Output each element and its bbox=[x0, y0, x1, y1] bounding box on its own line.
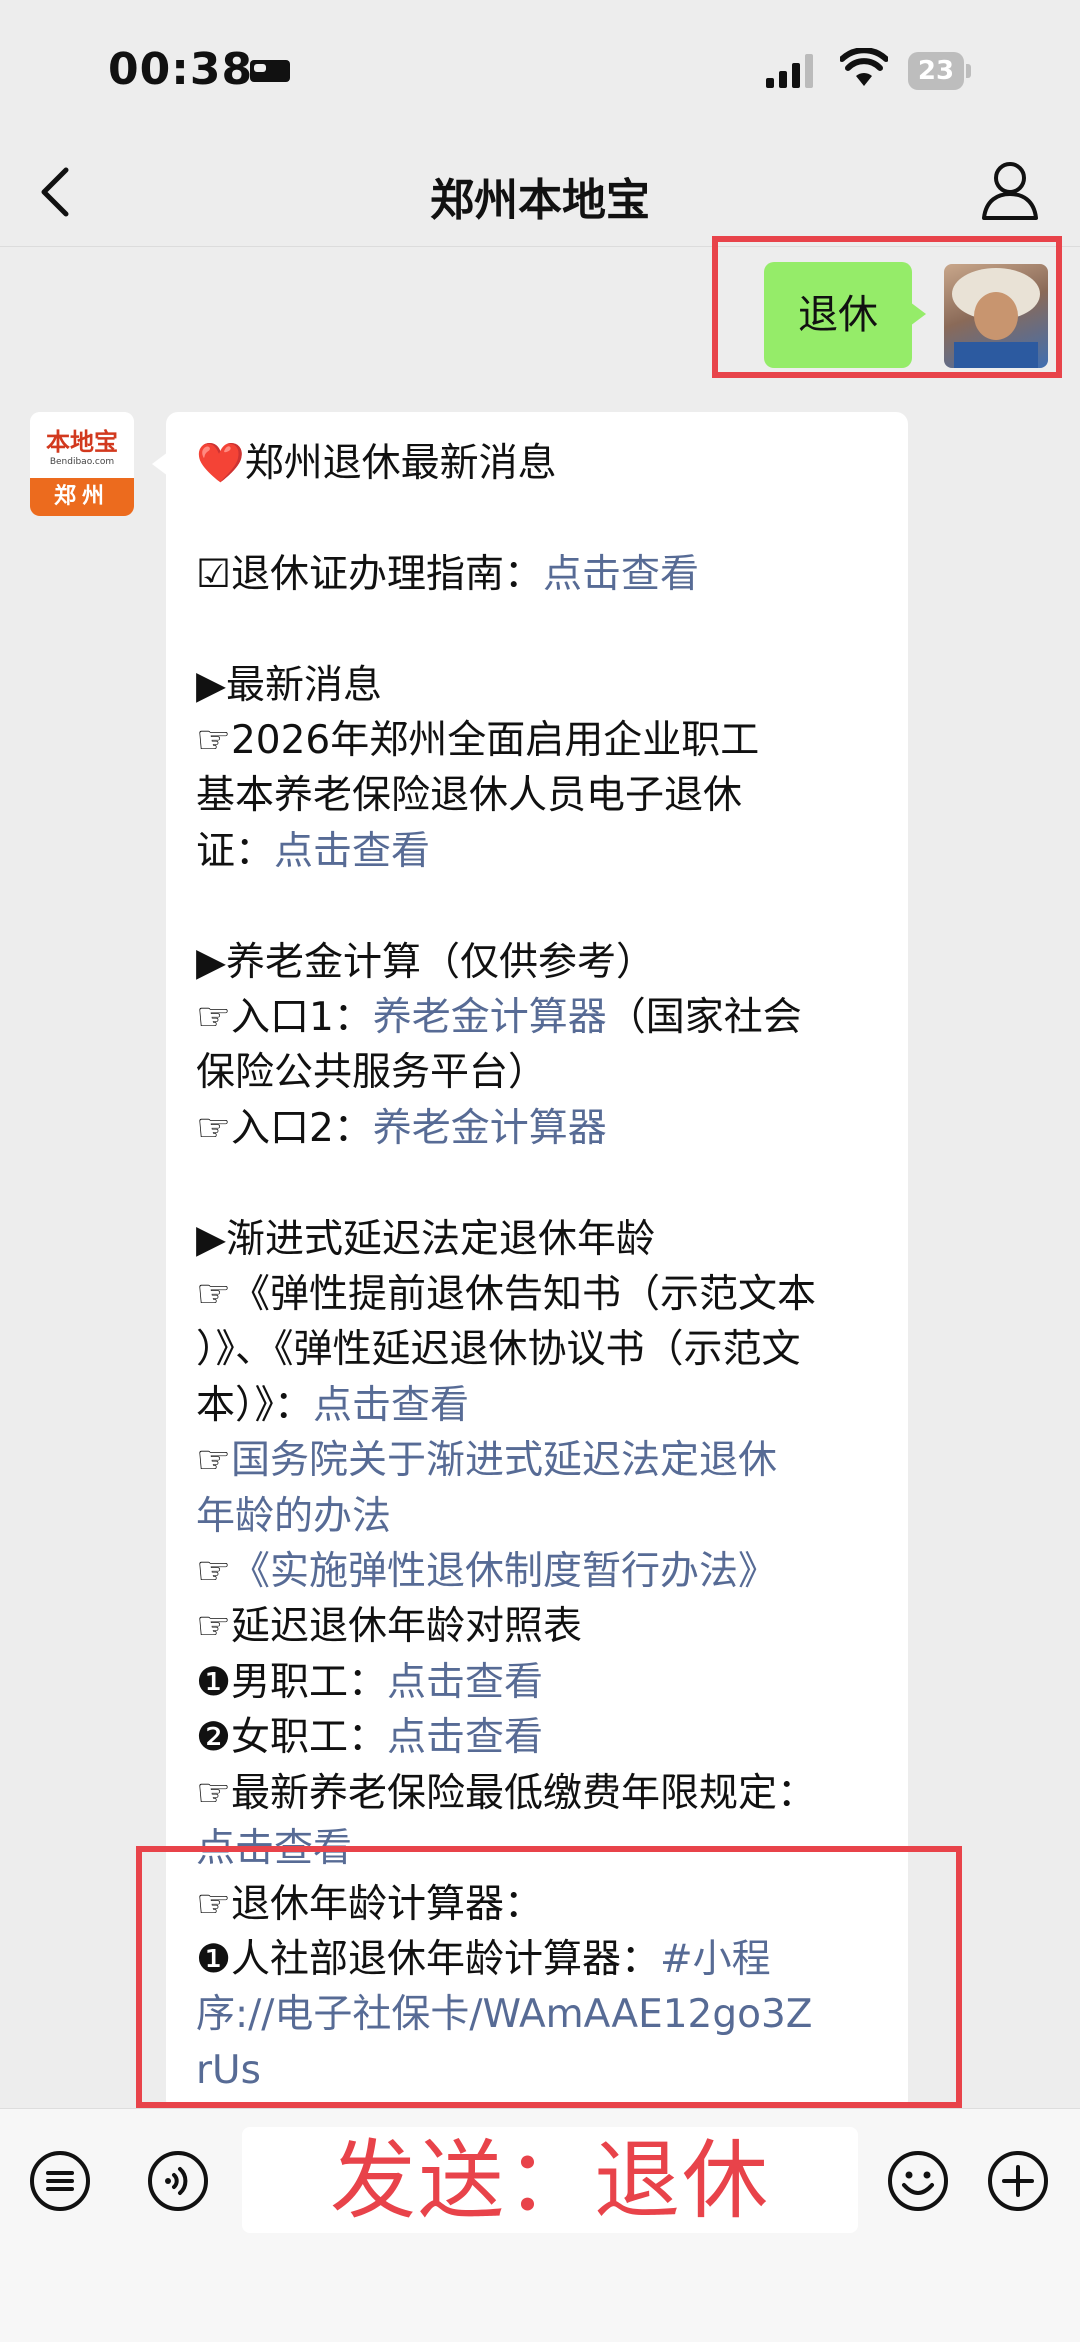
news-line-2: 基本养老保险退休人员电子退休 bbox=[196, 773, 743, 819]
send-instruction: 发送：退休 bbox=[330, 2131, 770, 2231]
person-icon[interactable] bbox=[980, 158, 1040, 222]
calculator-highlight bbox=[136, 1846, 962, 2108]
entry1-line-2: 保险公共服务平台） bbox=[196, 1050, 548, 1096]
plus-icon[interactable] bbox=[986, 2149, 1050, 2213]
delay-link[interactable]: 点击查看 bbox=[313, 1383, 469, 1428]
entry2-link[interactable]: 养老金计算器 bbox=[373, 1106, 607, 1151]
pension-heading: ▶养老金计算（仅供参考） bbox=[196, 939, 655, 985]
news-line-3: 证： bbox=[196, 828, 275, 874]
delay-line-3: 本）》： bbox=[196, 1382, 314, 1428]
bot-avatar-logo: 本地宝 bbox=[46, 428, 118, 456]
status-bar: 00:38 23 bbox=[0, 0, 1080, 140]
bot-avatar-city: 郑州 bbox=[30, 478, 134, 516]
female-link[interactable]: 点击查看 bbox=[387, 1715, 543, 1760]
female-prefix: ❷女职工： bbox=[196, 1715, 387, 1761]
entry1-prefix: ☞入口1： bbox=[196, 995, 373, 1041]
table-label: ☞延迟退休年龄对照表 bbox=[196, 1604, 582, 1650]
bot-avatar[interactable]: 本地宝 Bendibao.com 郑州 bbox=[30, 412, 134, 516]
heart-icon: ❤️ bbox=[196, 441, 245, 486]
min-years-label: ☞最新养老保险最低缴费年限规定： bbox=[196, 1770, 816, 1816]
state-prefix: ☞ bbox=[196, 1438, 231, 1484]
implementation-link[interactable]: 《实施弹性退休制度暂行办法》 bbox=[231, 1549, 777, 1594]
news-line-1: ☞2026年郑州全面启用企业职工 bbox=[196, 718, 760, 763]
battery-icon: 23 bbox=[908, 52, 972, 92]
wifi-icon bbox=[840, 48, 888, 86]
news-heading: ▶最新消息 bbox=[196, 662, 382, 708]
delay-line-1: ☞《弹性提前退休告知书（示范文本 bbox=[196, 1272, 816, 1318]
state-council-link-2[interactable]: 年龄的办法 bbox=[196, 1494, 391, 1539]
sleep-focus-icon bbox=[250, 60, 290, 82]
input-bar: 发送：退休 bbox=[0, 2108, 1080, 2342]
male-prefix: ❶男职工： bbox=[196, 1659, 387, 1705]
battery-level: 23 bbox=[908, 52, 964, 90]
voice-icon[interactable] bbox=[146, 2149, 210, 2213]
guide-label: ☑退休证办理指南： bbox=[196, 551, 543, 597]
news-link[interactable]: 点击查看 bbox=[274, 829, 430, 874]
entry2-prefix: ☞入口2： bbox=[196, 1105, 373, 1151]
guide-link[interactable]: 点击查看 bbox=[543, 552, 699, 597]
status-time: 00:38 bbox=[108, 44, 254, 95]
impl-prefix: ☞ bbox=[196, 1549, 231, 1595]
page-title: 郑州本地宝 bbox=[430, 175, 650, 226]
reply-heading: 郑州退休最新消息 bbox=[244, 441, 557, 486]
state-council-link[interactable]: 国务院关于渐进式延迟法定退休 bbox=[231, 1438, 777, 1483]
user-avatar[interactable] bbox=[944, 264, 1048, 368]
entry1-suffix: （国家社会 bbox=[606, 995, 802, 1041]
delay-heading: ▶渐进式延迟法定退休年龄 bbox=[196, 1216, 655, 1262]
entry1-link[interactable]: 养老金计算器 bbox=[373, 995, 607, 1040]
sent-message-bubble[interactable]: 退休 bbox=[764, 262, 926, 368]
emoji-icon[interactable] bbox=[886, 2149, 950, 2213]
delay-line-2: ）》、《弹性延迟退休协议书（示范文 bbox=[196, 1327, 801, 1373]
male-link[interactable]: 点击查看 bbox=[387, 1660, 543, 1705]
signal-icon bbox=[766, 54, 813, 88]
voice-list-icon[interactable] bbox=[28, 2149, 92, 2213]
nav-bar: 郑州本地宝 bbox=[0, 140, 1080, 247]
bot-avatar-url: Bendibao.com bbox=[49, 457, 115, 467]
